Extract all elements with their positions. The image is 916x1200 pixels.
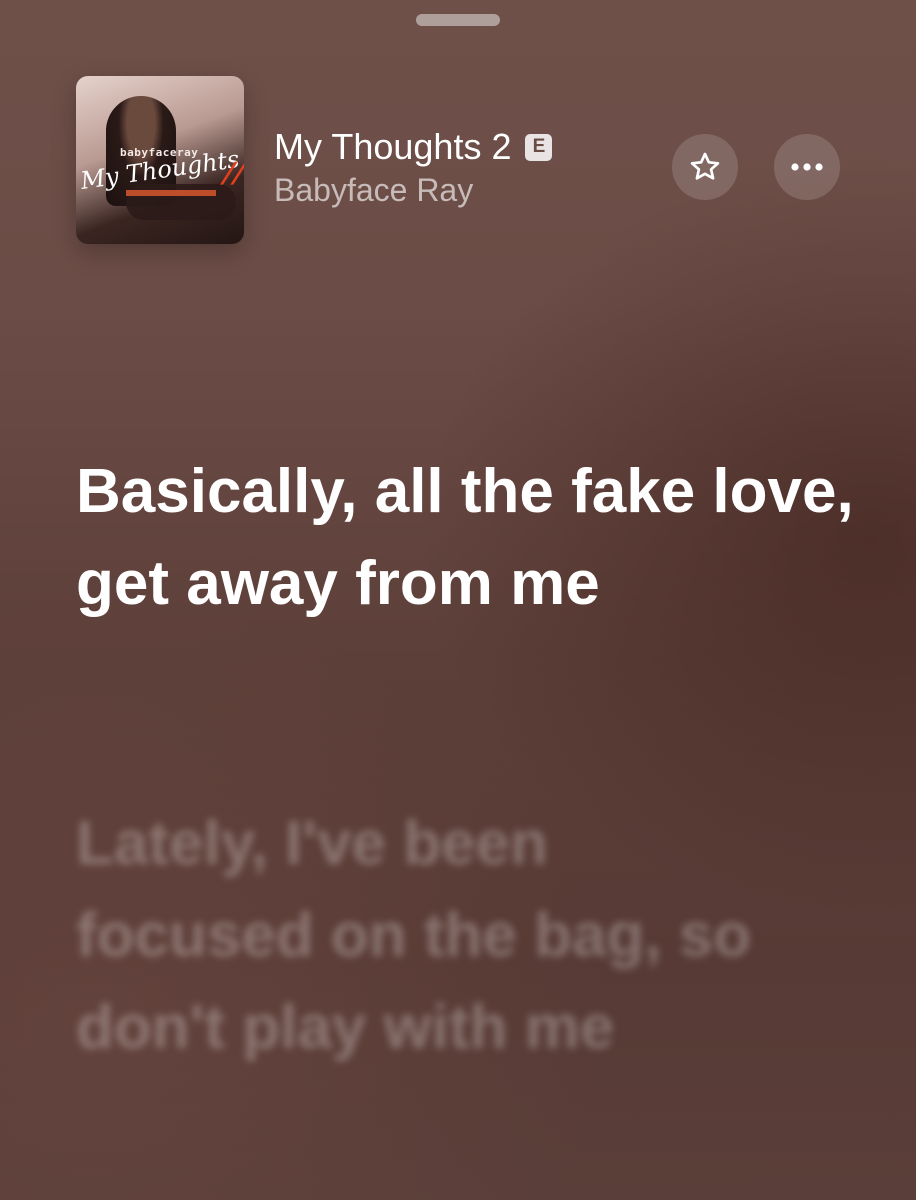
favorite-button[interactable] [672, 134, 738, 200]
explicit-badge: E [525, 133, 553, 161]
more-button[interactable] [774, 134, 840, 200]
star-icon [690, 152, 720, 180]
lyric-line-next[interactable]: Lately, I've been focused on the bag, so… [76, 798, 796, 1074]
lyric-line-current[interactable]: Basically, all the fake love, get away f… [76, 446, 856, 630]
now-playing-header: babyfaceray My Thoughts // My Thoughts 2… [0, 0, 916, 260]
ellipsis-icon [791, 163, 823, 171]
artist-name[interactable]: Babyface Ray [274, 172, 473, 209]
song-title-text: My Thoughts 2 [274, 126, 512, 167]
artwork-accent-bar [126, 190, 216, 196]
song-title: My Thoughts 2 E [274, 126, 553, 168]
album-artwork[interactable]: babyfaceray My Thoughts // [76, 76, 244, 244]
